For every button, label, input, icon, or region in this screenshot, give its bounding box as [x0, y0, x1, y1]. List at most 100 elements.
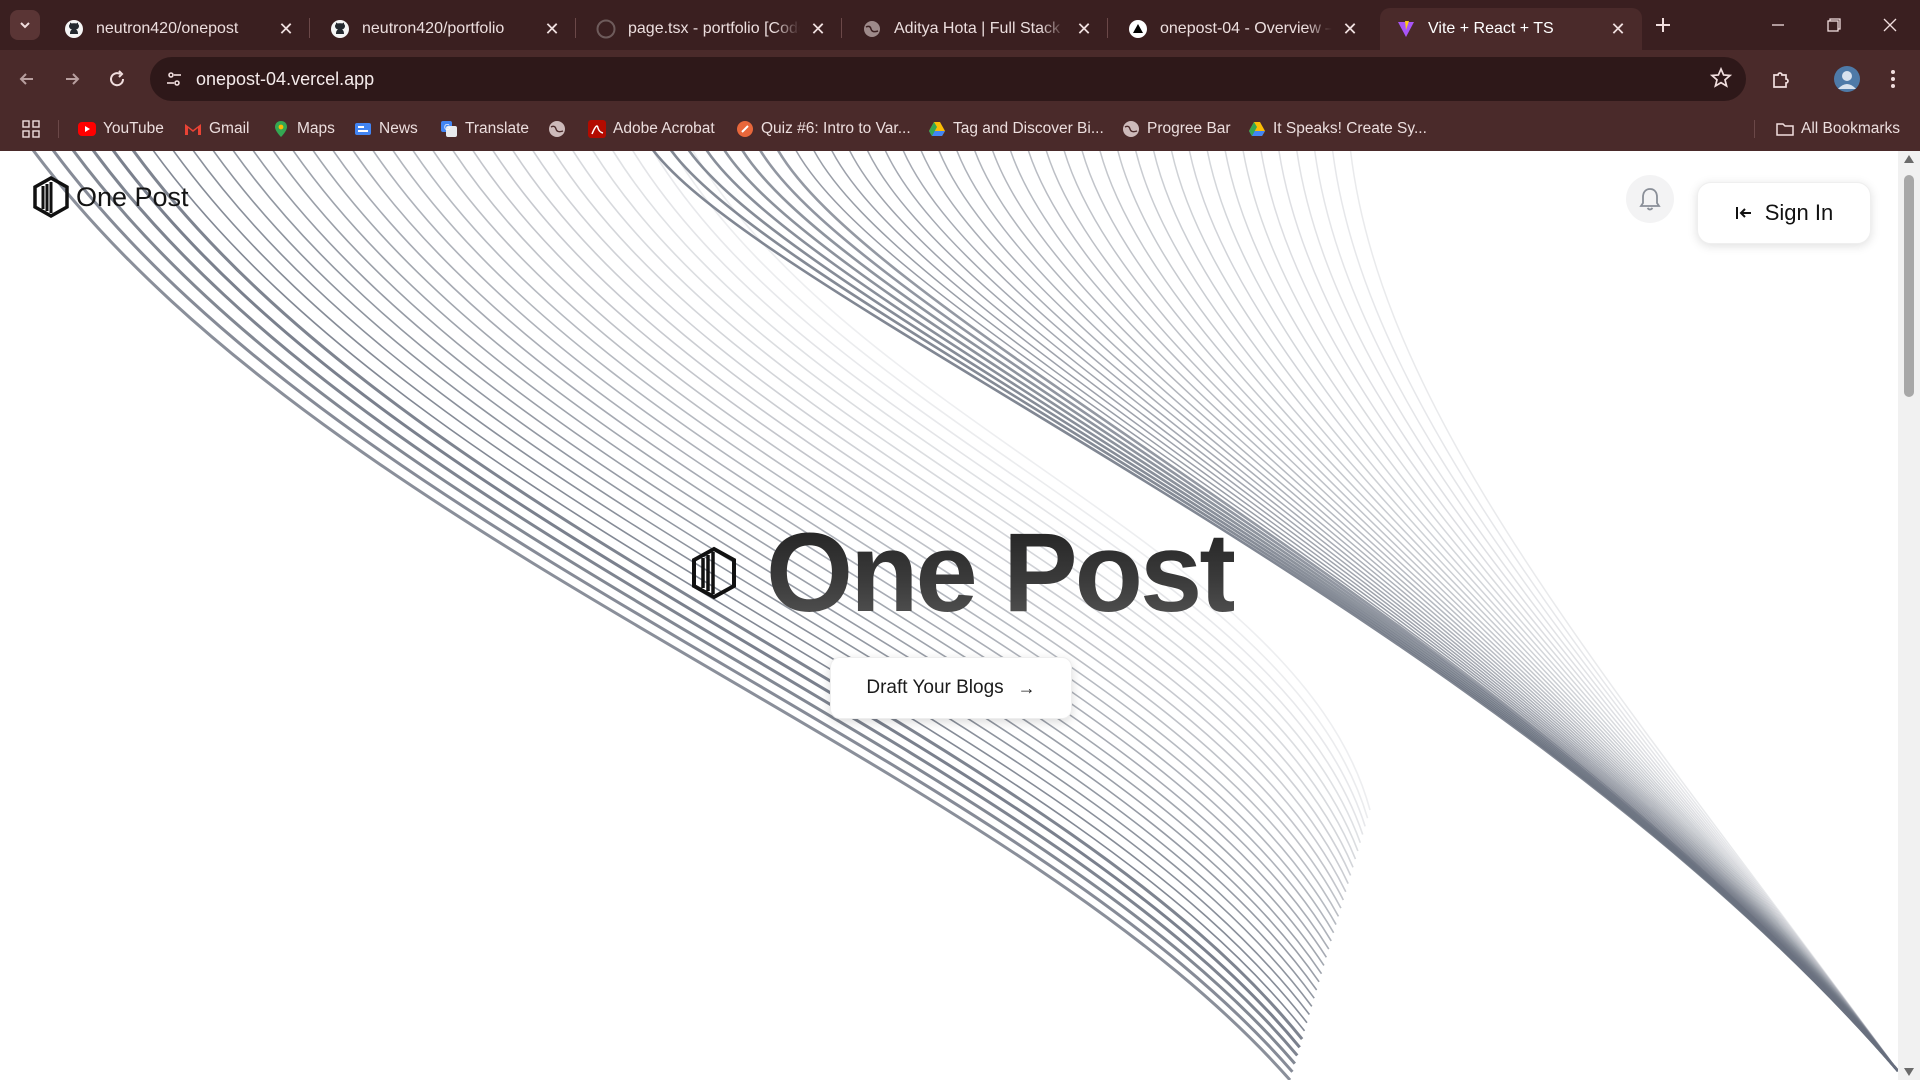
github-icon [596, 19, 616, 39]
gmail-icon [184, 120, 202, 138]
github-icon [64, 19, 84, 39]
translate-icon: G [440, 120, 458, 138]
all-bookmarks-button[interactable]: All Bookmarks [1776, 116, 1900, 142]
acrobat-icon [588, 120, 606, 138]
tab-separator [309, 18, 310, 38]
avatar [1834, 66, 1860, 92]
puzzle-icon [1773, 72, 1789, 88]
apps-grid-icon [22, 120, 40, 138]
brand-name: One Post [76, 181, 189, 212]
bell-icon [1639, 188, 1661, 211]
bookmark-news[interactable]: News [354, 116, 418, 142]
arrow-right-icon: → [1017, 677, 1036, 698]
close-icon[interactable]: ✕ [542, 19, 562, 39]
bookmark-translate[interactable]: G Translate [440, 116, 529, 142]
login-arrow-icon [1735, 207, 1751, 219]
folder-icon [1776, 120, 1794, 138]
tab-strip: neutron420/onepost ✕ neutron420/portfoli… [0, 0, 1920, 50]
nav-brand[interactable]: One Post [32, 176, 189, 218]
globe-icon [1122, 120, 1140, 138]
background-line [1242, 151, 1898, 1072]
bookmark-youtube[interactable]: YouTube [78, 116, 164, 142]
restore-button[interactable] [1806, 0, 1862, 50]
tab-separator [841, 18, 842, 38]
tab-search-button[interactable] [10, 10, 40, 40]
close-icon[interactable]: ✕ [808, 19, 828, 39]
minimize-icon [1772, 24, 1784, 26]
tab-title: Aditya Hota | Full Stack De [894, 20, 1066, 37]
scroll-down-arrow[interactable] [1904, 1068, 1914, 1076]
background-line [572, 151, 1357, 860]
tab-title: onepost-04 - Overview – V [1160, 20, 1332, 37]
browser-menu-button[interactable] [1876, 62, 1910, 96]
maps-icon [272, 120, 290, 138]
sign-in-button[interactable]: Sign In [1697, 182, 1871, 244]
bookmark-tag-discover[interactable]: Tag and Discover Bi... [928, 116, 1104, 142]
bookmark-label: Quiz #6: Intro to Var... [761, 120, 911, 137]
browser-toolbar: onepost-04.vercel.app [0, 50, 1920, 108]
browser-chrome: neutron420/onepost ✕ neutron420/portfoli… [0, 0, 1920, 151]
tab-vite-app[interactable]: Vite + React + TS ✕ [1380, 8, 1642, 50]
tab-title: neutron420/portfolio [362, 20, 505, 37]
close-icon[interactable]: ✕ [1608, 19, 1628, 39]
chevron-down-icon [20, 22, 30, 29]
draft-blogs-button[interactable]: Draft Your Blogs → [830, 657, 1072, 719]
tab-portfolio-site[interactable]: Aditya Hota | Full Stack De ✕ [846, 8, 1108, 50]
close-icon[interactable]: ✕ [1340, 19, 1360, 39]
site-info-icon[interactable] [160, 65, 188, 93]
bookmark-label: Progree Bar [1147, 120, 1231, 137]
reload-icon [110, 70, 125, 87]
tab-title: Vite + React + TS [1428, 20, 1554, 37]
bookmark-label: Gmail [209, 120, 250, 137]
tab-title: page.tsx - portfolio [Codes [628, 20, 800, 37]
bookmarks-divider [1754, 120, 1755, 138]
sign-in-label: Sign In [1764, 200, 1834, 225]
more-vert-icon [1891, 70, 1895, 88]
bookmark-globe[interactable] [548, 116, 573, 142]
bookmark-progree-bar[interactable]: Progree Bar [1122, 116, 1231, 142]
bookmarks-bar: YouTube Gmail Maps News G Translate Adob… [0, 108, 1920, 151]
minimize-button[interactable] [1750, 0, 1806, 50]
bookmark-adobe-acrobat[interactable]: Adobe Acrobat [588, 116, 715, 142]
globe-icon [862, 19, 882, 39]
bookmark-star-icon[interactable] [1709, 66, 1733, 94]
apps-button[interactable] [22, 116, 40, 142]
close-icon[interactable]: ✕ [276, 19, 296, 39]
tab-portfolio-repo[interactable]: neutron420/portfolio ✕ [314, 8, 576, 50]
bookmark-label: News [379, 120, 418, 137]
tab-codespace[interactable]: page.tsx - portfolio [Codes ✕ [580, 8, 842, 50]
arrow-right-icon [66, 73, 80, 85]
close-icon[interactable]: ✕ [1074, 19, 1094, 39]
page-scrollbar[interactable] [1898, 151, 1920, 1080]
tab-title: neutron420/onepost [96, 20, 239, 37]
bookmark-label: Adobe Acrobat [613, 120, 715, 137]
bookmark-label: YouTube [103, 120, 164, 137]
bookmark-maps[interactable]: Maps [272, 116, 335, 142]
bookmark-it-speaks[interactable]: It Speaks! Create Sy... [1248, 116, 1427, 142]
back-button[interactable] [10, 62, 44, 96]
restore-icon [1827, 18, 1841, 32]
address-bar[interactable]: onepost-04.vercel.app [150, 57, 1746, 101]
logo-icon [692, 546, 736, 599]
notifications-button[interactable] [1626, 175, 1674, 223]
reload-button[interactable] [100, 62, 134, 96]
bookmark-gmail[interactable]: Gmail [184, 116, 249, 142]
url-text: onepost-04.vercel.app [196, 69, 375, 89]
bookmark-label: Tag and Discover Bi... [953, 120, 1104, 137]
extensions-button[interactable] [1764, 62, 1798, 96]
github-icon [330, 19, 350, 39]
bookmark-quiz[interactable]: Quiz #6: Intro to Var... [736, 116, 911, 142]
bookmark-label: All Bookmarks [1801, 120, 1901, 137]
tab-vercel-overview[interactable]: onepost-04 - Overview – V ✕ [1112, 8, 1374, 50]
tab-onepost-repo[interactable]: neutron420/onepost ✕ [48, 8, 310, 50]
close-window-button[interactable] [1862, 0, 1918, 50]
drive-icon [928, 120, 946, 138]
plus-icon [1656, 18, 1670, 32]
new-tab-button[interactable] [1648, 10, 1678, 40]
forward-button[interactable] [55, 62, 89, 96]
scrollbar-thumb[interactable] [1904, 175, 1914, 397]
profile-button[interactable] [1830, 62, 1864, 96]
scroll-up-arrow[interactable] [1904, 155, 1914, 163]
bookmark-label: It Speaks! Create Sy... [1273, 120, 1427, 137]
close-icon [1883, 18, 1897, 32]
